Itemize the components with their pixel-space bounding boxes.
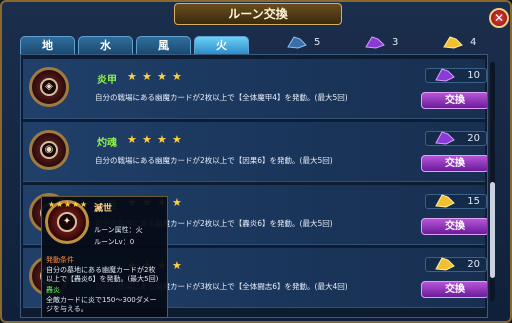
exchange-button[interactable]: 交換 [421, 155, 487, 172]
close-button[interactable]: ✕ [489, 8, 509, 28]
rune-description: 自分の戦場にある幽魔カードが2枚以上で【因果6】を発動。(最大5回) [95, 156, 333, 165]
star-icon: ★ [127, 133, 137, 146]
rune-tooltip: ✦ ★ ★ ★ ★ ★ 滅世 ルーン属性：火 ルーンLv：0 発動条件 自分の墓… [41, 196, 168, 318]
rune-row: ◈ 炎甲 ★ ★ ★ ★ 自分の戦場にある幽魔カードが2枚以上で【全体魔甲4】を… [23, 59, 487, 119]
rune-name: 炎甲 [97, 75, 117, 86]
tooltip-condition-heading: 発動条件 [46, 256, 74, 264]
purple-shard-counter: 3 [364, 33, 398, 51]
rune-cost-value: 15 [467, 196, 480, 207]
rune-stars: ★ ★ ★ ★ [127, 134, 183, 145]
exchange-button[interactable]: 交換 [421, 92, 487, 109]
rune-row: ◉ 灼魂 ★ ★ ★ ★ 自分の戦場にある幽魔カードが2枚以上で【因果6】を発動… [23, 122, 487, 182]
purple-shard-icon [365, 36, 385, 49]
rune-cost-value: 20 [467, 133, 480, 144]
rune-cost-value: 20 [467, 259, 480, 270]
tab-wind[interactable]: 風 [136, 36, 191, 54]
star-icon: ★ [56, 200, 64, 209]
element-tabs: 地 水 風 火 [20, 36, 249, 54]
rune-emblem-icon: ◈ [29, 67, 69, 107]
rune-emblem-icon: ◉ [29, 130, 69, 170]
tooltip-condition-line: 以上で【轟炎6】を発動。(最大5回) [46, 275, 159, 283]
blue-shard-icon [287, 36, 307, 49]
tab-water[interactable]: 水 [78, 36, 133, 54]
purple-shard-count: 3 [392, 36, 399, 48]
blue-shard-counter: 5 [286, 33, 320, 51]
exchange-button[interactable]: 交換 [421, 218, 487, 235]
tooltip-effect-heading: 轟炎 [46, 286, 60, 294]
exchange-button[interactable]: 交換 [421, 281, 487, 298]
gold-shard-icon [435, 194, 455, 208]
star-icon: ★ [172, 133, 182, 146]
star-icon: ★ [157, 133, 167, 146]
tooltip-attribute: ルーン属性：火 [94, 226, 143, 234]
rune-description: 自分の戦場にある幽魔カードが2枚以上で【全体魔甲4】を発動。(最大5回) [95, 93, 348, 102]
tooltip-level: ルーンLv：0 [94, 238, 135, 246]
gold-shard-counter: 4 [442, 33, 476, 51]
rune-cost: 10 [425, 68, 487, 83]
rune-name: 灼魂 [97, 138, 117, 149]
scrollbar-thumb[interactable] [490, 182, 495, 278]
rune-cost-value: 10 [467, 70, 480, 81]
star-icon: ★ [172, 70, 182, 83]
window-title: ルーン交換 [174, 3, 342, 25]
purple-shard-icon [435, 68, 455, 82]
star-icon: ★ [48, 200, 56, 209]
star-icon: ★ [142, 133, 152, 146]
blue-shard-count: 5 [314, 36, 321, 48]
star-icon: ★ [127, 70, 137, 83]
tab-fire[interactable]: 火 [194, 36, 249, 54]
star-icon: ★ [172, 259, 182, 272]
gold-shard-icon [435, 257, 455, 271]
rune-exchange-window: ルーン交換 ✕ 地 水 風 火 5 3 4 ◈ 炎甲 ★ ★ ★ ★ 自分の戦場… [0, 0, 512, 323]
rune-cost: 20 [425, 257, 487, 272]
rune-cost: 20 [425, 131, 487, 146]
purple-shard-icon [435, 131, 455, 145]
tab-earth[interactable]: 地 [20, 36, 75, 54]
star-icon: ★ [157, 70, 167, 83]
star-icon: ★ [64, 200, 72, 209]
list-scrollbar[interactable] [490, 62, 495, 302]
star-icon: ★ [80, 200, 88, 209]
star-icon: ★ [142, 70, 152, 83]
tooltip-effect-line: ジを与える。 [46, 305, 88, 313]
star-icon: ★ [72, 200, 80, 209]
tooltip-rune-name: 滅世 [94, 204, 113, 214]
gold-shard-icon [443, 36, 463, 49]
resource-counters: 5 3 4 [282, 33, 507, 51]
gold-shard-count: 4 [470, 36, 477, 48]
star-icon: ★ [172, 196, 182, 209]
tooltip-stars: ★ ★ ★ ★ ★ [48, 200, 88, 209]
rune-cost: 15 [425, 194, 487, 209]
rune-stars: ★ ★ ★ ★ [127, 71, 183, 82]
